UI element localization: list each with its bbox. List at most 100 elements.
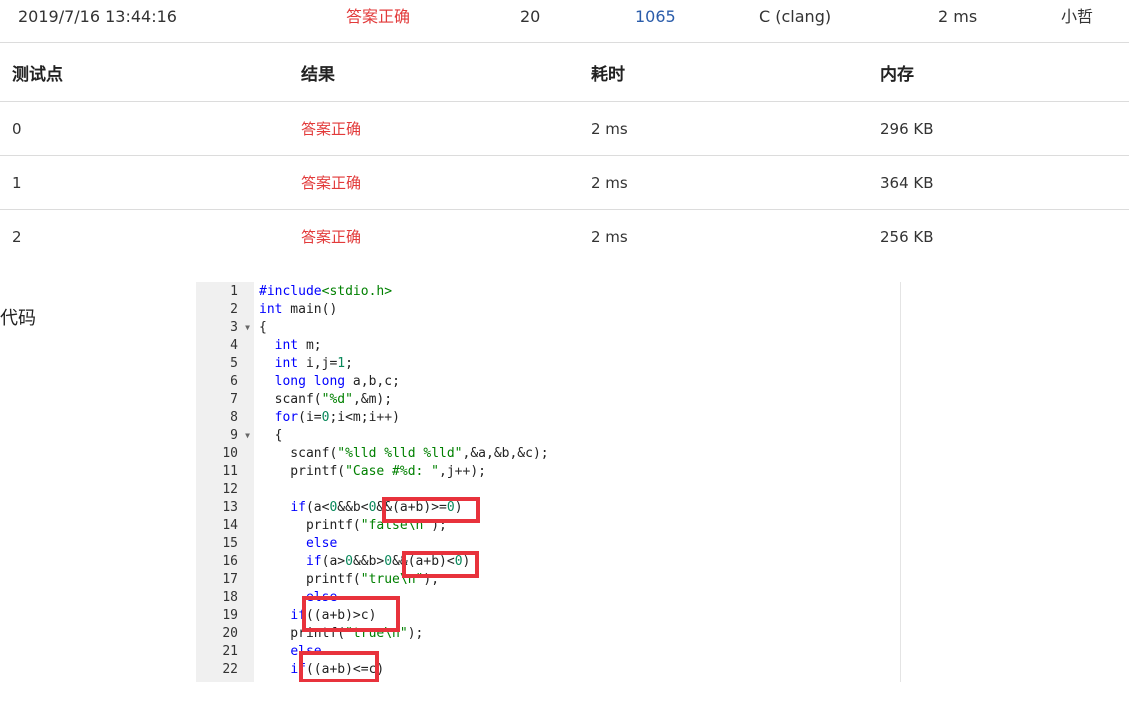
code-token: for: [274, 410, 299, 425]
code-token: (a>: [321, 554, 346, 569]
code-editor[interactable]: 1 2 3 ▼ 4 5 6 7 8 9 ▼ 10 11 12 13 14 15 16 17 18 19 20 21 22 #i…: [196, 282, 901, 682]
line-number: 8: [196, 409, 254, 427]
testcase-time: 2 ms: [591, 173, 628, 192]
code-token: a,b,c;: [345, 374, 400, 389]
line-number-text: 5: [230, 356, 238, 371]
line-number-text: 14: [222, 518, 238, 533]
highlight-box: [402, 551, 479, 578]
code-token: long long: [274, 374, 346, 389]
line-number: 11: [196, 463, 254, 481]
testcase-id: 1: [12, 173, 22, 192]
code-line: int main(): [259, 301, 900, 319]
code-token: 0: [384, 554, 393, 569]
code-token: );: [407, 626, 424, 641]
line-number-text: 1: [230, 284, 238, 299]
code-token: printf(: [259, 518, 361, 533]
highlight-box: [382, 497, 480, 523]
code-token: if: [305, 554, 322, 569]
line-number: 17: [196, 571, 254, 589]
line-number: 22: [196, 661, 254, 679]
code-token: ;: [345, 356, 353, 371]
testcase-memory: 364 KB: [880, 173, 934, 192]
line-number: 13: [196, 499, 254, 517]
testcase-time: 2 ms: [591, 227, 628, 246]
table-row: 2 答案正确 2 ms 256 KB: [0, 210, 1129, 263]
line-number-text: 9: [230, 428, 238, 443]
code-token: ++: [376, 410, 393, 425]
code-line: {: [259, 319, 900, 337]
header-result: 结果: [301, 64, 335, 85]
line-number-text: 12: [222, 482, 238, 497]
line-number-text: 2: [230, 302, 238, 317]
code-line: printf("false\n");: [259, 517, 900, 535]
fold-arrow-icon[interactable]: ▼: [245, 427, 250, 445]
submission-summary-row: 2019/7/16 13:44:16 答案正确 20 1065 C (clang…: [0, 0, 1129, 43]
code-token: ): [392, 410, 400, 425]
code-section-label: 代码: [0, 308, 36, 329]
submission-user[interactable]: 小哲: [1061, 7, 1093, 27]
code-token: (i=: [298, 410, 322, 425]
code-token: scanf(: [259, 392, 322, 407]
testcase-table: 测试点 结果 耗时 内存 0 答案正确 2 ms 296 KB 1 答案正确 2…: [0, 43, 1129, 263]
code-line: printf("Case #%d: ",j++);: [259, 463, 900, 481]
code-line: scanf("%lld %lld %lld",&a,&b,&c);: [259, 445, 900, 463]
line-number-gutter: 1 2 3 ▼ 4 5 6 7 8 9 ▼ 10 11 12 13 14 15 16 17 18 19 20 21 22: [196, 282, 254, 682]
line-number: 3 ▼: [196, 319, 254, 337]
testcase-id: 0: [12, 119, 22, 138]
code-token: ,j: [439, 464, 455, 479]
code-token: <stdio.h>: [321, 284, 393, 299]
line-number-text: 16: [222, 554, 238, 569]
code-token: int: [274, 338, 299, 353]
code-token: &&b>: [352, 554, 385, 569]
code-line: if(a>0&&b>0&&(a+b)<0): [259, 553, 900, 571]
line-number-text: 8: [230, 410, 238, 425]
testcase-memory: 296 KB: [880, 119, 934, 138]
line-number-text: 3: [230, 320, 238, 335]
code-token: {: [259, 428, 283, 443]
header-memory: 内存: [880, 64, 914, 85]
code-token: printf(: [259, 464, 346, 479]
fold-arrow-icon[interactable]: ▼: [245, 319, 250, 337]
code-token: #include: [259, 284, 322, 299]
code-token: );: [470, 464, 486, 479]
code-line: int m;: [259, 337, 900, 355]
table-row: 1 答案正确 2 ms 364 KB: [0, 156, 1129, 210]
line-number: 12: [196, 481, 254, 499]
line-number-text: 15: [222, 536, 238, 551]
code-token: main(): [282, 302, 338, 317]
code-line: scanf("%d",&m);: [259, 391, 900, 409]
submission-result: 答案正确: [346, 7, 411, 26]
problem-id-link[interactable]: 1065: [635, 7, 676, 27]
code-token: m;: [298, 338, 322, 353]
code-token: int: [274, 356, 299, 371]
code-token: ++: [454, 464, 471, 479]
submission-duration: 2 ms: [938, 7, 978, 26]
line-number-text: 19: [222, 608, 238, 623]
line-number-text: 11: [222, 464, 238, 479]
line-number-text: 17: [222, 572, 238, 587]
code-line: else: [259, 535, 900, 553]
testcase-id: 2: [12, 227, 22, 246]
header-testcase: 测试点: [12, 64, 63, 85]
highlight-box: [299, 651, 379, 682]
code-line: #include<stdio.h>: [259, 283, 900, 301]
code-line: int i,j=1;: [259, 355, 900, 373]
line-number-text: 18: [222, 590, 238, 605]
table-row: 0 答案正确 2 ms 296 KB: [0, 102, 1129, 156]
code-token: scanf(: [259, 446, 338, 461]
line-number-text: 7: [230, 392, 238, 407]
submission-score: 20: [520, 7, 541, 26]
testcase-memory: 256 KB: [880, 227, 934, 246]
submission-time: 2019/7/16 13:44:16: [18, 7, 177, 26]
line-number: 4: [196, 337, 254, 355]
line-number: 9 ▼: [196, 427, 254, 445]
